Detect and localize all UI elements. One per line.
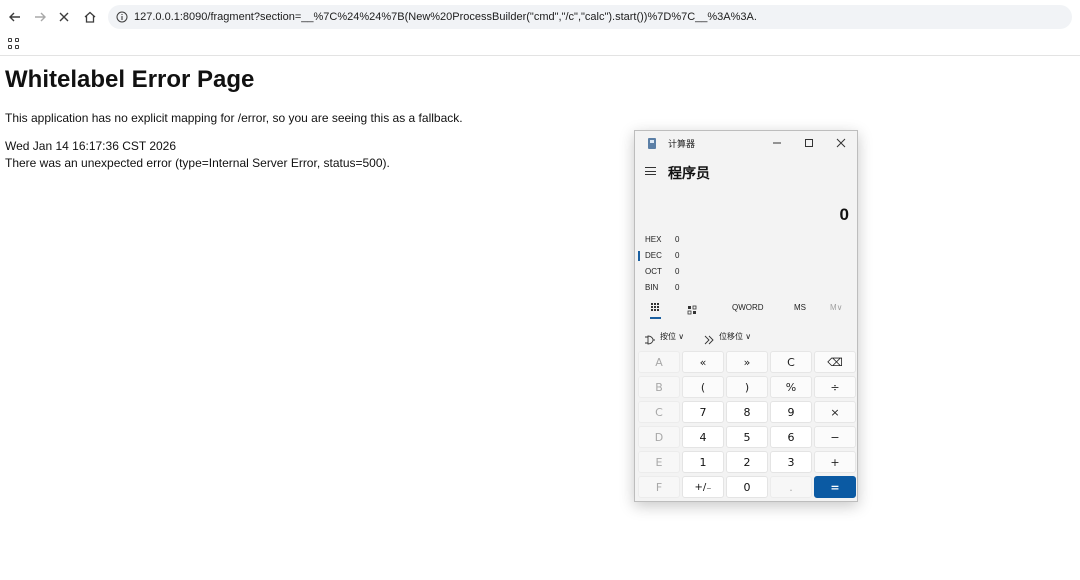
key-close-paren[interactable]: ) bbox=[726, 376, 768, 398]
key-decimal[interactable]: . bbox=[770, 476, 812, 498]
key-hex-f[interactable]: F bbox=[638, 476, 680, 498]
radix-label: BIN bbox=[645, 283, 659, 292]
key-clear[interactable]: C bbox=[770, 351, 812, 373]
key-1[interactable]: 1 bbox=[682, 451, 724, 473]
calculator-app-icon bbox=[648, 138, 656, 149]
bit-shift-dropdown[interactable]: 位移位 ∨ bbox=[719, 331, 751, 342]
error-timestamp: Wed Jan 14 16:17:36 CST 2026 bbox=[5, 139, 177, 153]
forward-button[interactable] bbox=[29, 6, 51, 28]
minimize-icon bbox=[773, 142, 781, 144]
radix-label: OCT bbox=[645, 267, 662, 276]
key-hex-a[interactable]: A bbox=[638, 351, 680, 373]
calculator-titlebar[interactable]: 计算器 bbox=[635, 131, 857, 155]
radix-oct[interactable]: OCT 0 bbox=[645, 265, 705, 279]
radix-active-indicator bbox=[638, 251, 640, 261]
radix-value: 0 bbox=[675, 235, 680, 244]
key-backspace[interactable]: ⌫ bbox=[814, 351, 856, 373]
info-icon[interactable] bbox=[115, 10, 129, 24]
key-divide[interactable]: ÷ bbox=[814, 376, 856, 398]
error-message: This application has no explicit mapping… bbox=[5, 111, 463, 125]
bitwise-icon bbox=[644, 332, 656, 350]
page-title: Whitelabel Error Page bbox=[5, 66, 255, 93]
key-open-paren[interactable]: ( bbox=[682, 376, 724, 398]
calculator-display: 0 bbox=[839, 205, 849, 224]
key-8[interactable]: 8 bbox=[726, 401, 768, 423]
error-details: There was an unexpected error (type=Inte… bbox=[5, 156, 390, 170]
radix-hex[interactable]: HEX 0 bbox=[645, 233, 705, 247]
key-negate[interactable]: +/₋ bbox=[682, 476, 724, 498]
stop-button[interactable] bbox=[53, 6, 75, 28]
radix-label: DEC bbox=[645, 251, 662, 260]
key-subtract[interactable]: − bbox=[814, 426, 856, 448]
close-icon bbox=[836, 138, 846, 148]
apps-grid-icon[interactable] bbox=[8, 38, 19, 49]
calculator-window: 计算器 程序员 0 HEX 0 DEC 0 OCT 0 BIN 0 QWORD … bbox=[634, 130, 858, 502]
maximize-icon bbox=[805, 139, 813, 147]
key-9[interactable]: 9 bbox=[770, 401, 812, 423]
key-6[interactable]: 6 bbox=[770, 426, 812, 448]
calculator-header: 程序员 bbox=[635, 159, 857, 185]
bit-toggle-icon[interactable] bbox=[687, 302, 697, 320]
address-url[interactable]: 127.0.0.1:8090/fragment?section=__%7C%24… bbox=[134, 11, 757, 23]
hamburger-menu-icon[interactable] bbox=[645, 167, 656, 175]
calculator-tabs: QWORD MS M∨ bbox=[635, 299, 857, 321]
keypad-icon[interactable] bbox=[651, 303, 659, 311]
bitwise-dropdown[interactable]: 按位 ∨ bbox=[660, 331, 684, 342]
radix-value: 0 bbox=[675, 283, 680, 292]
key-2[interactable]: 2 bbox=[726, 451, 768, 473]
arrow-left-icon bbox=[9, 12, 20, 22]
key-4[interactable]: 4 bbox=[682, 426, 724, 448]
key-shift-right[interactable]: » bbox=[726, 351, 768, 373]
word-size-button[interactable]: QWORD bbox=[732, 303, 764, 312]
key-multiply[interactable]: × bbox=[814, 401, 856, 423]
key-hex-e[interactable]: E bbox=[638, 451, 680, 473]
key-3[interactable]: 3 bbox=[770, 451, 812, 473]
close-window-button[interactable] bbox=[833, 135, 849, 151]
key-5[interactable]: 5 bbox=[726, 426, 768, 448]
bookmarks-bar bbox=[0, 34, 1080, 56]
arrow-right-icon bbox=[35, 12, 46, 22]
key-shift-left[interactable]: « bbox=[682, 351, 724, 373]
memory-store-button[interactable]: MS bbox=[794, 303, 806, 312]
minimize-button[interactable] bbox=[769, 135, 785, 151]
home-icon bbox=[84, 11, 96, 23]
home-button[interactable] bbox=[79, 6, 101, 28]
back-button[interactable] bbox=[4, 6, 26, 28]
radix-label: HEX bbox=[645, 235, 662, 244]
key-hex-d[interactable]: D bbox=[638, 426, 680, 448]
active-tab-indicator bbox=[650, 317, 661, 319]
key-percent[interactable]: % bbox=[770, 376, 812, 398]
key-add[interactable]: + bbox=[814, 451, 856, 473]
key-0[interactable]: 0 bbox=[726, 476, 768, 498]
bit-shift-icon bbox=[704, 332, 714, 350]
calculator-mode-title: 程序员 bbox=[668, 165, 710, 181]
radix-value: 0 bbox=[675, 267, 680, 276]
bitwise-row: 按位 ∨ 位移位 ∨ bbox=[635, 329, 857, 345]
close-icon bbox=[59, 12, 69, 22]
key-hex-b[interactable]: B bbox=[638, 376, 680, 398]
radix-value: 0 bbox=[675, 251, 680, 260]
key-hex-c[interactable]: C bbox=[638, 401, 680, 423]
radix-bin[interactable]: BIN 0 bbox=[645, 281, 705, 295]
key-equals[interactable]: = bbox=[814, 476, 856, 498]
address-bar[interactable]: 127.0.0.1:8090/fragment?section=__%7C%24… bbox=[108, 5, 1072, 29]
browser-toolbar: 127.0.0.1:8090/fragment?section=__%7C%24… bbox=[0, 0, 1080, 34]
radix-dec[interactable]: DEC 0 bbox=[638, 249, 705, 263]
key-7[interactable]: 7 bbox=[682, 401, 724, 423]
memory-button[interactable]: M∨ bbox=[830, 303, 843, 312]
maximize-button[interactable] bbox=[801, 135, 817, 151]
calculator-title: 计算器 bbox=[668, 139, 696, 149]
